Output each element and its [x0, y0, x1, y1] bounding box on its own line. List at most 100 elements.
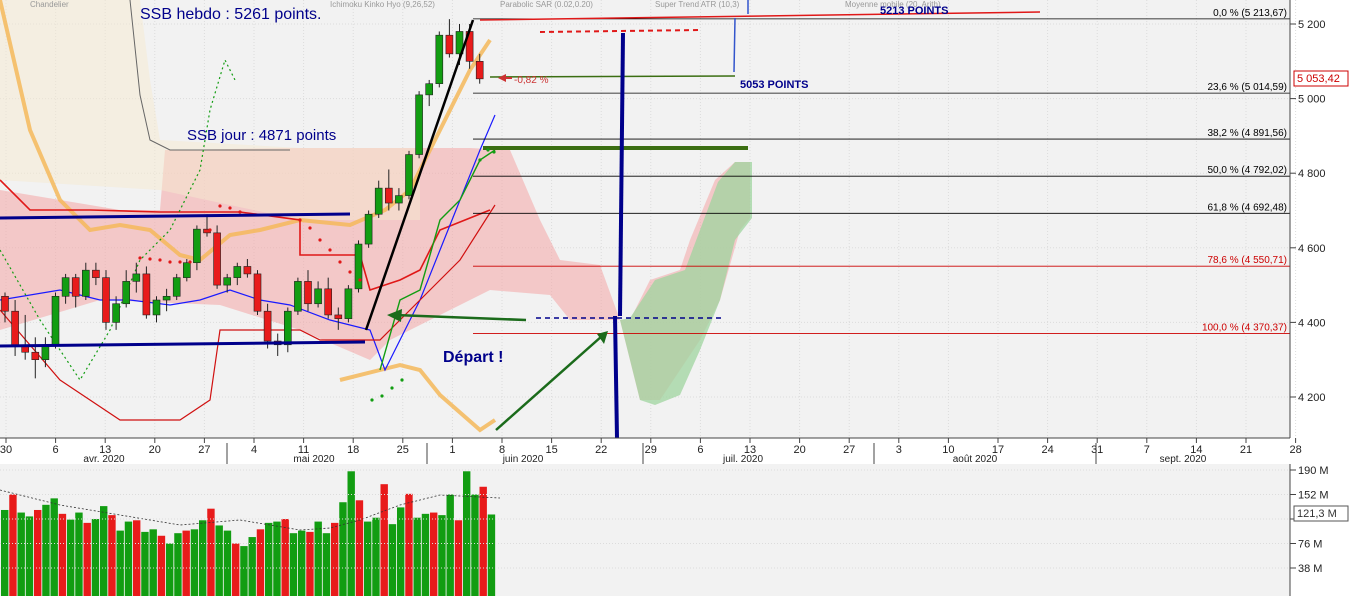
- volume-bar-down: [454, 520, 463, 596]
- volume-bar-up: [438, 515, 446, 596]
- month-label: mai 2020: [293, 454, 335, 465]
- volume-bar-down: [182, 530, 190, 596]
- fib-level-label: 50,0 % (4 792,02): [1208, 165, 1288, 176]
- candle-up: [354, 243, 363, 290]
- candle-down: [102, 277, 110, 323]
- candle-down: [263, 310, 272, 342]
- volume-bar-up: [248, 537, 256, 596]
- parabolic-sar-dot: [188, 260, 192, 264]
- date-tick-label: 20: [793, 444, 805, 456]
- volume-bar-up: [67, 519, 75, 596]
- date-tick-label: 24: [1041, 444, 1053, 456]
- volume-bar-down: [157, 535, 166, 596]
- volume-bar-up: [174, 533, 182, 596]
- candle-up: [374, 187, 383, 215]
- fib-level-label: 78,6 % (4 550,71): [1208, 255, 1288, 266]
- date-tick-label: 22: [595, 444, 607, 456]
- legend-supertrend: Super Trend ATR (10,3): [655, 0, 740, 9]
- date-tick-label: 1: [449, 444, 455, 456]
- candle-up: [314, 288, 322, 305]
- candle-up: [415, 94, 423, 155]
- volume-bar-down: [355, 500, 364, 596]
- volume-bar-down: [430, 512, 438, 596]
- candle-down: [142, 273, 151, 316]
- chart-canvas[interactable]: 0,0 % (5 213,67) 23,6 % (5 014,59) 38,2 % …: [0, 0, 1349, 596]
- fib-level-label: 0,0 % (5 213,67): [1213, 8, 1287, 19]
- volume-bar-up: [75, 512, 83, 596]
- volume-bar-up: [372, 517, 380, 596]
- candle-up: [405, 154, 413, 196]
- price-tick-label: 4 400: [1298, 317, 1326, 329]
- volume-bar-up: [42, 504, 50, 596]
- parabolic-sar-dot: [358, 278, 362, 282]
- parabolic-sar-dot: [238, 210, 242, 214]
- date-tick-label: 4: [251, 444, 257, 456]
- candle-up: [193, 228, 201, 264]
- volume-bar-up: [463, 471, 471, 596]
- volume-bar-up: [298, 530, 306, 596]
- candle-down: [334, 314, 343, 319]
- candle-up: [122, 281, 130, 305]
- volume-bar-down: [58, 513, 67, 596]
- volume-bar-up: [50, 498, 58, 596]
- volume-bar-up: [116, 530, 124, 596]
- candle-up: [425, 83, 434, 96]
- volume-bar-down: [306, 531, 314, 596]
- parabolic-sar-dot: [328, 248, 332, 252]
- volume-bar-down: [331, 522, 339, 596]
- volume-bar-up: [199, 520, 207, 596]
- date-tick-label: 6: [697, 444, 703, 456]
- parabolic-sar-dot: [492, 150, 496, 154]
- parabolic-sar-dot: [298, 218, 302, 222]
- date-tick-label: 21: [1240, 444, 1252, 456]
- parabolic-sar-dot: [158, 258, 162, 262]
- volume-bar-up: [25, 516, 34, 596]
- candle-up: [233, 266, 242, 278]
- ssb-daily-annotation: SSB jour : 4871 points: [187, 127, 336, 144]
- candle-down: [11, 310, 19, 346]
- date-tick-label: 18: [347, 444, 359, 456]
- parabolic-sar-dot: [168, 260, 172, 264]
- volume-tick-label: 152 M: [1298, 490, 1329, 502]
- legend-ichimoku: Ichimoku Kinko Hyo (9,26,52): [330, 0, 435, 9]
- volume-bar-up: [141, 531, 149, 596]
- date-tick-label: 27: [198, 444, 210, 456]
- price-tick-label: 4 200: [1298, 392, 1326, 404]
- last-price-tag: 5 053,42: [1293, 70, 1349, 87]
- candle-up: [152, 299, 161, 316]
- volume-bar-up: [223, 530, 232, 596]
- parabolic-sar-dot: [338, 260, 342, 264]
- parabolic-sar-dot: [218, 204, 222, 208]
- volume-bar-up: [397, 507, 405, 596]
- date-tick-label: 7: [1144, 444, 1150, 456]
- date-tick-label: 29: [645, 444, 657, 456]
- fib-level-label: 38,2 % (4 891,56): [1208, 128, 1288, 139]
- candle-up: [51, 295, 60, 346]
- trading-chart[interactable]: 0,0 % (5 213,67) 23,6 % (5 014,59) 38,2 % …: [0, 0, 1349, 596]
- volume-bar-up: [314, 521, 322, 596]
- ssb-weekly-annotation: SSB hebdo : 5261 points.: [140, 6, 321, 23]
- level-5213-annotation: 5213 POINTS: [880, 5, 948, 17]
- candle-down: [71, 277, 80, 297]
- price-axis-bg: [1290, 0, 1349, 438]
- volume-tick-label: 38 M: [1298, 563, 1322, 575]
- volume-bar-down: [108, 515, 116, 596]
- last-volume-label: 121,3 M: [1297, 508, 1337, 520]
- month-label: juin 2020: [502, 454, 544, 465]
- fib-level-label: 100,0 % (4 370,37): [1202, 322, 1287, 333]
- parabolic-sar-dot: [380, 394, 384, 398]
- parabolic-sar-dot: [178, 260, 182, 264]
- volume-bar-down: [83, 522, 91, 596]
- parabolic-sar-dot: [208, 228, 212, 232]
- candle-up: [61, 277, 70, 297]
- volume-bar-down: [9, 494, 17, 596]
- legend-parabolic-sar: Parabolic SAR (0.02,0.20): [500, 0, 593, 9]
- volume-bar-up: [240, 546, 248, 596]
- volume-bar-up: [215, 525, 223, 596]
- candle-up: [223, 277, 231, 286]
- date-tick-label: 28: [1289, 444, 1301, 456]
- candle-up: [395, 195, 403, 204]
- candle-down: [1, 295, 9, 312]
- volume-bar-up: [364, 521, 372, 596]
- candle-down: [213, 232, 221, 286]
